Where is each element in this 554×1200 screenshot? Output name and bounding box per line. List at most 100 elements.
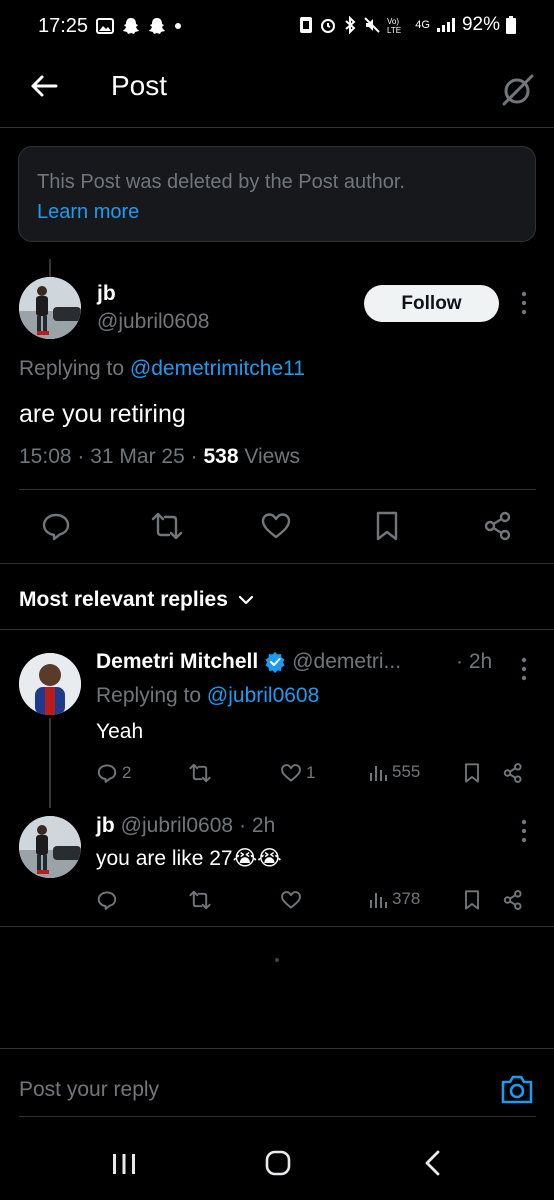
system-icons: Vo) LTE 4G 92% [299, 14, 516, 36]
reply-more-button[interactable] [512, 818, 536, 844]
recent-apps-button[interactable] [104, 1145, 144, 1181]
back-nav-button[interactable] [414, 1145, 454, 1181]
post-more-button[interactable] [512, 290, 536, 316]
like-button[interactable] [280, 889, 302, 911]
share-button[interactable] [502, 889, 524, 911]
post-meta: 15:08 · 31 Mar 25 · 538 Views [19, 445, 300, 468]
thread-line [49, 259, 51, 279]
camera-icon [501, 1075, 533, 1104]
battery-icon [506, 16, 516, 34]
nfc-icon [300, 17, 313, 33]
reply-count: 2 [122, 763, 132, 782]
reply-author-handle[interactable]: @jubril0608 [121, 814, 233, 838]
reply-button[interactable]: 2 [96, 762, 131, 784]
replying-to: Replying to @demetrimitche11 [19, 357, 305, 381]
network-type: 4G [415, 19, 430, 31]
composer-underline [19, 1116, 536, 1117]
reply-button[interactable] [96, 889, 118, 911]
repost-icon [151, 512, 183, 540]
bookmark-button[interactable] [462, 762, 482, 784]
bar-chart-icon [370, 893, 387, 908]
replies-sort-dropdown[interactable]: Most relevant replies [19, 588, 254, 612]
share-icon [503, 890, 522, 910]
heart-icon [281, 891, 301, 909]
avatar-photo-icon [19, 816, 81, 878]
views-button[interactable]: 378 [368, 889, 420, 909]
repost-button[interactable] [188, 889, 212, 911]
repost-button[interactable] [188, 762, 212, 784]
replying-prefix: Replying to [96, 684, 202, 707]
reply-action-bar: 2 1 555 [0, 762, 554, 786]
views-count: 538 [203, 445, 239, 468]
avatar[interactable] [19, 653, 81, 715]
page-title: Post [111, 70, 168, 101]
comment-icon [97, 764, 117, 783]
share-icon [484, 511, 511, 541]
post-text: are you retiring [19, 400, 186, 428]
share-button[interactable] [482, 510, 514, 542]
views-button[interactable]: 555 [368, 762, 420, 782]
header-divider [0, 127, 554, 128]
learn-more-link[interactable]: Learn more [37, 197, 517, 227]
svg-text:LTE: LTE [387, 26, 401, 34]
view-count: 378 [392, 889, 421, 908]
bookmark-button[interactable] [372, 510, 402, 542]
reply-input[interactable] [19, 1073, 479, 1107]
reply-text: you are like 27😭😭 [96, 847, 282, 870]
reply-author-handle[interactable]: @demetri... [292, 650, 401, 674]
reply-more-button[interactable] [512, 656, 536, 682]
post-time: 15:08 [19, 445, 72, 468]
avatar-photo-icon [19, 277, 81, 339]
snapchat-icon [149, 18, 165, 34]
signal-icon [436, 18, 455, 32]
meta-divider [19, 489, 536, 490]
more-vertical-icon [521, 291, 527, 315]
repost-icon [189, 763, 211, 783]
deleted-post-notice: This Post was deleted by the Post author… [18, 146, 536, 242]
replying-to-handle[interactable]: @jubril0608 [207, 684, 319, 707]
bookmark-button[interactable] [462, 889, 482, 911]
comment-icon [42, 513, 70, 541]
replying-to: Replying to @jubril0608 [96, 684, 319, 708]
grok-icon [502, 74, 534, 106]
home-button[interactable] [258, 1145, 298, 1181]
reply-author-name[interactable]: jb [96, 814, 115, 838]
volte-icon: Vo)LTE [387, 17, 401, 34]
author-handle[interactable]: @jubril0608 [97, 310, 209, 334]
alarm-icon [321, 19, 336, 33]
follow-button[interactable]: Follow [364, 285, 499, 322]
svg-text:Vo): Vo) [387, 17, 399, 26]
avatar-photo-icon [19, 653, 81, 715]
verified-badge-icon [265, 652, 285, 673]
composer-divider [0, 1048, 554, 1049]
notification-icons [96, 17, 182, 35]
snapchat-icon [123, 18, 139, 34]
author-name[interactable]: jb [97, 282, 116, 306]
views-label: Views [244, 445, 300, 468]
chevron-left-icon [425, 1150, 440, 1176]
share-icon [503, 763, 522, 783]
camera-button[interactable] [499, 1072, 535, 1106]
like-count: 1 [306, 763, 316, 782]
avatar[interactable] [19, 816, 81, 878]
replying-to-handle[interactable]: @demetrimitche11 [130, 357, 305, 380]
replies-section-title: Most relevant replies [19, 588, 228, 611]
bookmark-icon [465, 763, 479, 783]
grok-button[interactable] [498, 70, 538, 110]
reply-header: jb @jubril0608 · 2h [96, 814, 275, 838]
section-divider [0, 629, 554, 630]
replies-divider [0, 926, 554, 927]
reply-author-name[interactable]: Demetri Mitchell [96, 650, 258, 674]
share-button[interactable] [502, 762, 524, 784]
avatar[interactable] [19, 277, 81, 339]
back-button[interactable] [26, 68, 62, 104]
repost-button[interactable] [150, 510, 184, 542]
loading-indicator [275, 958, 279, 962]
bluetooth-icon [345, 16, 356, 34]
reply-button[interactable] [40, 510, 72, 542]
deleted-notice-text: This Post was deleted by the Post author… [37, 171, 405, 193]
like-button[interactable] [260, 510, 292, 542]
reply-action-bar: 378 [0, 889, 554, 913]
like-button[interactable]: 1 [280, 762, 315, 784]
status-time: 17:25 [38, 15, 89, 37]
